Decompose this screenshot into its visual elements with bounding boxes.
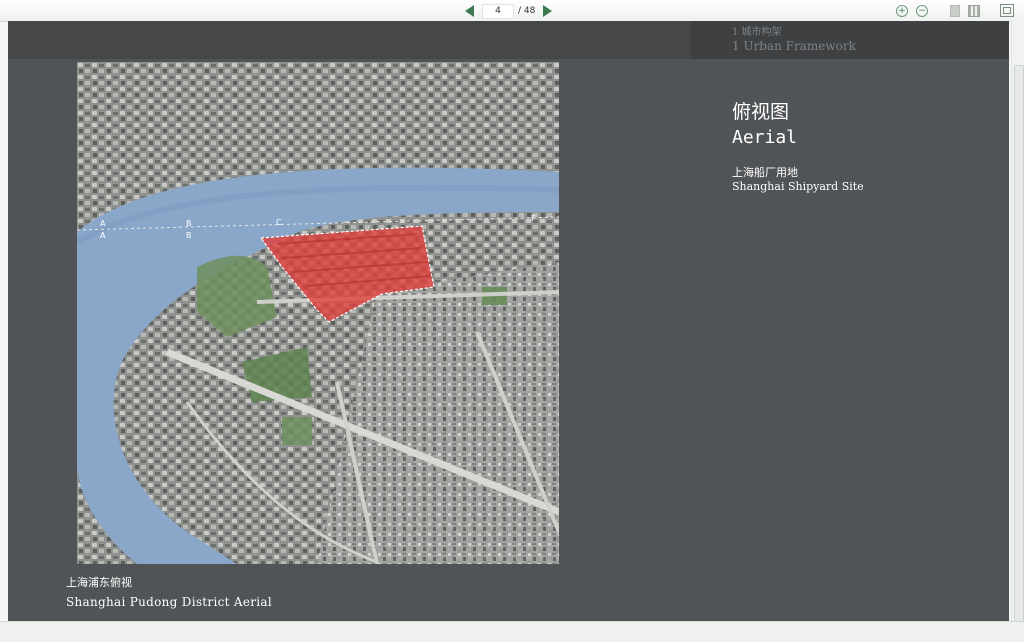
page-navigator: / 48 (465, 3, 553, 19)
zoom-in-icon[interactable]: + (896, 4, 908, 17)
next-page-icon[interactable] (543, 5, 553, 17)
zoom-out-icon[interactable]: − (916, 4, 928, 17)
section-title-cn: 1 城市构架 (732, 27, 782, 38)
aerial-photo: A A B B C F (77, 62, 559, 564)
single-page-view-icon[interactable] (950, 4, 960, 17)
page-total: / 48 (518, 6, 536, 16)
vertical-scrollbar[interactable] (1011, 21, 1024, 627)
page-title-en: Aerial (732, 127, 798, 148)
thumbnail-view-icon[interactable] (968, 4, 980, 17)
page-title-cn: 俯视图 (732, 101, 790, 123)
scrollbar-thumb[interactable] (1014, 65, 1024, 627)
map-label-f: F (531, 214, 536, 223)
map-label-c: C (276, 218, 282, 227)
view-controls: + − (896, 4, 1014, 17)
site-label-en: Shanghai Shipyard Site (732, 180, 864, 193)
map-label-a1: A (100, 219, 106, 228)
document-page: 1 城市构架 1 Urban Framework 俯视图 Aerial 上海船厂… (8, 21, 1009, 621)
map-label-b1: B (186, 219, 192, 228)
section-title-en: 1 Urban Framework (732, 39, 856, 53)
photo-caption-en: Shanghai Pudong District Aerial (66, 595, 272, 609)
prev-page-icon[interactable] (465, 5, 474, 17)
fullscreen-icon[interactable] (1000, 4, 1014, 17)
photo-caption-cn: 上海浦东俯视 (66, 576, 132, 589)
viewer-toolbar: / 48 + − (0, 0, 1024, 22)
map-label-a2: A (100, 231, 106, 240)
bottom-bar (0, 621, 1024, 642)
page-number-input[interactable] (482, 3, 514, 19)
site-label-cn: 上海船厂用地 (732, 166, 798, 179)
map-label-b2: B (186, 231, 192, 240)
